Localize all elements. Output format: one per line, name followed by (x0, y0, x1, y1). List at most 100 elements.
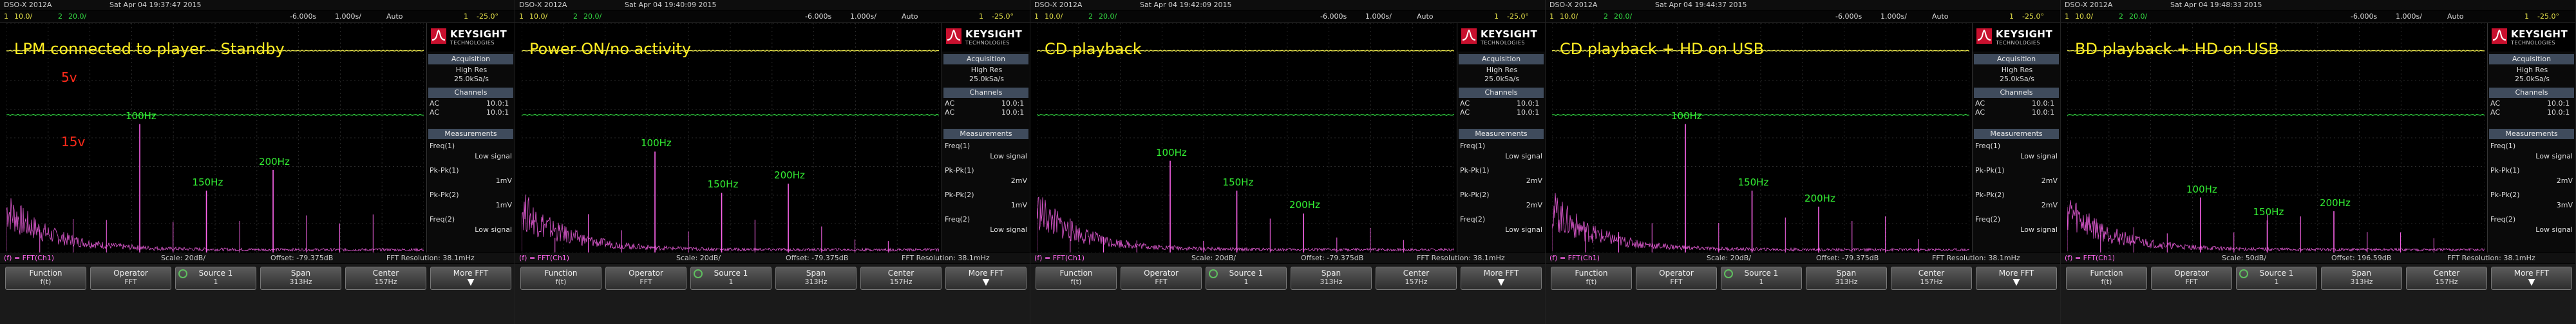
ch1-scale[interactable]: 1 (1549, 11, 1554, 23)
trigger-mode[interactable]: Auto (1417, 11, 1434, 23)
function-softkey[interactable]: Function f(t) (1551, 267, 1632, 290)
more-fft-softkey[interactable]: More FFT ▼ (1461, 267, 1542, 290)
model-label: DSO-X 2012A (2065, 1, 2113, 9)
time-div[interactable]: 1.000s/ (1365, 11, 1392, 23)
operator-softkey[interactable]: Operator FFT (605, 267, 687, 290)
operator-softkey[interactable]: Operator FFT (1636, 267, 1717, 290)
ch2-div[interactable]: 20.0/ (1614, 11, 1632, 23)
channels-header[interactable]: Channels (1974, 88, 2059, 98)
center-softkey[interactable]: Center 157Hz (860, 267, 942, 290)
time-div[interactable]: 1.000s/ (335, 11, 361, 23)
ch2-div[interactable]: 20.0/ (68, 11, 86, 23)
trigger-channel[interactable]: 1 (1494, 11, 1499, 23)
measurements-header[interactable]: Measurements (428, 129, 513, 139)
operator-softkey[interactable]: Operator FFT (2151, 267, 2232, 290)
source-softkey[interactable]: Source 11 (2236, 267, 2317, 290)
function-softkey[interactable]: Function f(t) (2066, 267, 2147, 290)
center-softkey[interactable]: Center 157Hz (2406, 267, 2487, 290)
operator-softkey[interactable]: Operator FFT (90, 267, 171, 290)
ch2-scale[interactable]: 2 (573, 11, 578, 23)
more-fft-softkey[interactable]: More FFT ▼ (1976, 267, 2057, 290)
function-softkey[interactable]: Function f(t) (1036, 267, 1117, 290)
time-div[interactable]: 1.000s/ (1880, 11, 1907, 23)
measurements-header[interactable]: Measurements (1459, 129, 1544, 139)
trigger-level[interactable]: -25.0° (2022, 11, 2044, 23)
ch1-scale[interactable]: 1 (519, 11, 524, 23)
model-label: DSO-X 2012A (519, 1, 567, 9)
acquisition-header[interactable]: Acquisition (943, 54, 1028, 64)
time-position[interactable]: -6.000s (1320, 11, 1347, 23)
trigger-channel[interactable]: 1 (464, 11, 468, 23)
trigger-mode[interactable]: Auto (386, 11, 403, 23)
trigger-mode[interactable]: Auto (902, 11, 918, 23)
rotate-knob-icon (694, 269, 703, 278)
measurements-header[interactable]: Measurements (1974, 129, 2059, 139)
function-softkey[interactable]: Function f(t) (520, 267, 601, 290)
span-softkey[interactable]: Span 313Hz (260, 267, 341, 290)
more-fft-softkey[interactable]: More FFT ▼ (430, 267, 511, 290)
ch1-scale[interactable]: 1 (2065, 11, 2069, 23)
time-position[interactable]: -6.000s (290, 11, 316, 23)
acquisition-header[interactable]: Acquisition (2489, 54, 2574, 64)
rotate-knob-icon (1724, 269, 1733, 278)
span-softkey[interactable]: Span 313Hz (1291, 267, 1372, 290)
ch1-scale[interactable]: 1 (1034, 11, 1039, 23)
source-softkey[interactable]: Source 11 (175, 267, 256, 290)
trigger-level[interactable]: -25.0° (477, 11, 498, 23)
span-softkey[interactable]: Span 313Hz (775, 267, 857, 290)
source-softkey[interactable]: Source 11 (1206, 267, 1287, 290)
ch1-div[interactable]: 10.0/ (529, 11, 547, 23)
ch1-div[interactable]: 10.0/ (1560, 11, 1578, 23)
measurements-header[interactable]: Measurements (943, 129, 1028, 139)
channels-header[interactable]: Channels (1459, 88, 1544, 98)
ch2-div[interactable]: 20.0/ (2129, 11, 2147, 23)
ch2-scale[interactable]: 2 (1604, 11, 1608, 23)
ch2-scale[interactable]: 2 (1088, 11, 1093, 23)
time-position[interactable]: -6.000s (2351, 11, 2377, 23)
center-softkey[interactable]: Center 157Hz (1891, 267, 1972, 290)
more-fft-softkey[interactable]: More FFT ▼ (945, 267, 1027, 290)
trigger-mode[interactable]: Auto (1932, 11, 1949, 23)
ch2-scale[interactable]: 2 (2119, 11, 2123, 23)
measurements-header[interactable]: Measurements (2489, 129, 2574, 139)
source-softkey[interactable]: Source 11 (1721, 267, 1802, 290)
ch1-coupling: AC (945, 99, 955, 108)
trigger-mode[interactable]: Auto (2447, 11, 2464, 23)
trigger-level[interactable]: -25.0° (992, 11, 1014, 23)
channels-header[interactable]: Channels (943, 88, 1028, 98)
annotation-text: CD playback + HD on USB (1560, 40, 1765, 58)
channels-header[interactable]: Channels (428, 88, 513, 98)
trigger-channel[interactable]: 1 (979, 11, 983, 23)
rotate-knob-icon (1209, 269, 1218, 278)
trigger-level[interactable]: -25.0° (1507, 11, 1529, 23)
channels-header[interactable]: Channels (2489, 88, 2574, 98)
acquisition-header[interactable]: Acquisition (1459, 54, 1544, 64)
ch2-scale[interactable]: 2 (58, 11, 62, 23)
trigger-channel[interactable]: 1 (2009, 11, 2014, 23)
center-softkey[interactable]: Center 157Hz (345, 267, 426, 290)
span-softkey[interactable]: Span 313Hz (2321, 267, 2402, 290)
ch1-div[interactable]: 10.0/ (14, 11, 32, 23)
trigger-channel[interactable]: 1 (2524, 11, 2529, 23)
function-softkey[interactable]: Function f(t) (5, 267, 86, 290)
scope-header: DSO-X 2012A Sat Apr 04 19:37:47 2015 (0, 0, 515, 10)
ch1-div[interactable]: 10.0/ (1045, 11, 1063, 23)
ch1-div[interactable]: 10.0/ (2075, 11, 2093, 23)
fft-label: (f) = FFT(Ch1) (4, 254, 55, 262)
ch1-scale[interactable]: 1 (4, 11, 8, 23)
span-softkey[interactable]: Span 313Hz (1806, 267, 1887, 290)
time-position[interactable]: -6.000s (1835, 11, 1862, 23)
ch2-div[interactable]: 20.0/ (583, 11, 601, 23)
acquisition-header[interactable]: Acquisition (1974, 54, 2059, 64)
operator-softkey[interactable]: Operator FFT (1121, 267, 1202, 290)
center-softkey[interactable]: Center 157Hz (1376, 267, 1457, 290)
acquisition-header[interactable]: Acquisition (428, 54, 513, 64)
ch2-div[interactable]: 20.0/ (1099, 11, 1117, 23)
fft-scale: Scale: 50dB/ (2222, 254, 2267, 262)
trigger-level[interactable]: -25.0° (2537, 11, 2559, 23)
time-div[interactable]: 1.000s/ (850, 11, 876, 23)
time-div[interactable]: 1.000s/ (2396, 11, 2422, 23)
source-softkey[interactable]: Source 11 (690, 267, 772, 290)
time-position[interactable]: -6.000s (805, 11, 831, 23)
more-fft-softkey[interactable]: More FFT ▼ (2491, 267, 2572, 290)
